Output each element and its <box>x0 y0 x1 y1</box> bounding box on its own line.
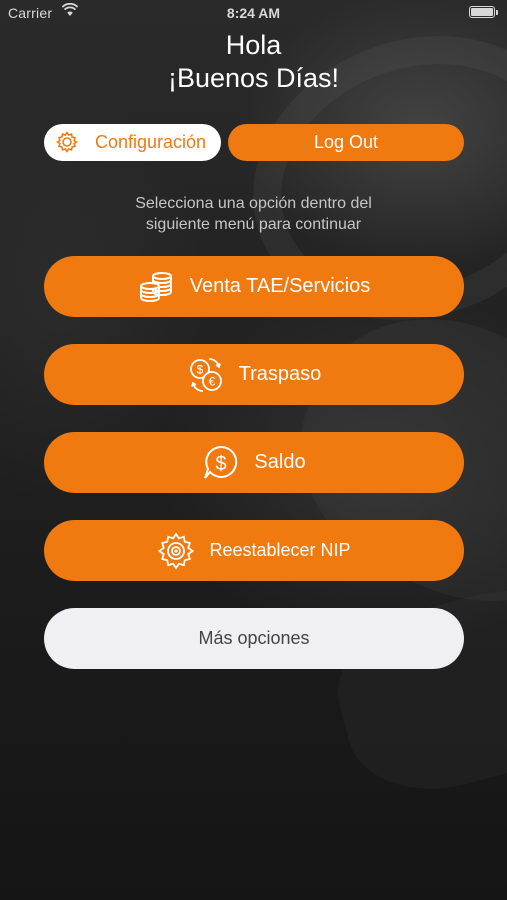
svg-text:€: € <box>208 374 215 388</box>
greeting-hello: Hola <box>225 30 282 60</box>
greeting-good-morning: ¡Buenos Días! <box>167 63 340 93</box>
gear-reset-icon <box>157 531 195 570</box>
venta-tae-label: Venta TAE/Servicios <box>189 275 371 297</box>
instructions-line-1: Selecciona una opción dentro del <box>135 195 372 212</box>
more-options-button[interactable]: Más opciones <box>44 608 464 669</box>
venta-tae-button[interactable]: Venta TAE/Servicios <box>44 256 464 317</box>
battery-icon <box>469 6 498 18</box>
traspaso-label: Traspaso <box>238 363 322 385</box>
balance-bubble-icon: $ <box>202 444 240 482</box>
coins-stack-icon <box>138 268 176 306</box>
status-time: 8:24 AM <box>226 5 281 21</box>
instructions-line-2: siguiente menú para continuar <box>145 216 362 233</box>
gear-icon <box>55 130 79 154</box>
svg-text:$: $ <box>216 453 227 475</box>
currency-exchange-icon: $ € <box>187 356 225 394</box>
config-button[interactable]: Configuración <box>44 124 221 161</box>
traspaso-button[interactable]: $ € Traspaso <box>44 344 464 405</box>
logout-button[interactable]: Log Out <box>228 124 464 161</box>
instructions-text: Selecciona una opción dentro del siguien… <box>0 193 507 235</box>
reestablecer-nip-label: Reestablecer NIP <box>209 540 351 560</box>
svg-text:$: $ <box>196 362 203 376</box>
status-bar: Carrier 8:24 AM <box>0 0 507 26</box>
saldo-button[interactable]: $ Saldo <box>44 432 464 493</box>
saldo-label: Saldo <box>254 451 306 473</box>
config-label: Configuración <box>94 132 207 152</box>
reestablecer-nip-button[interactable]: Reestablecer NIP <box>44 520 464 581</box>
